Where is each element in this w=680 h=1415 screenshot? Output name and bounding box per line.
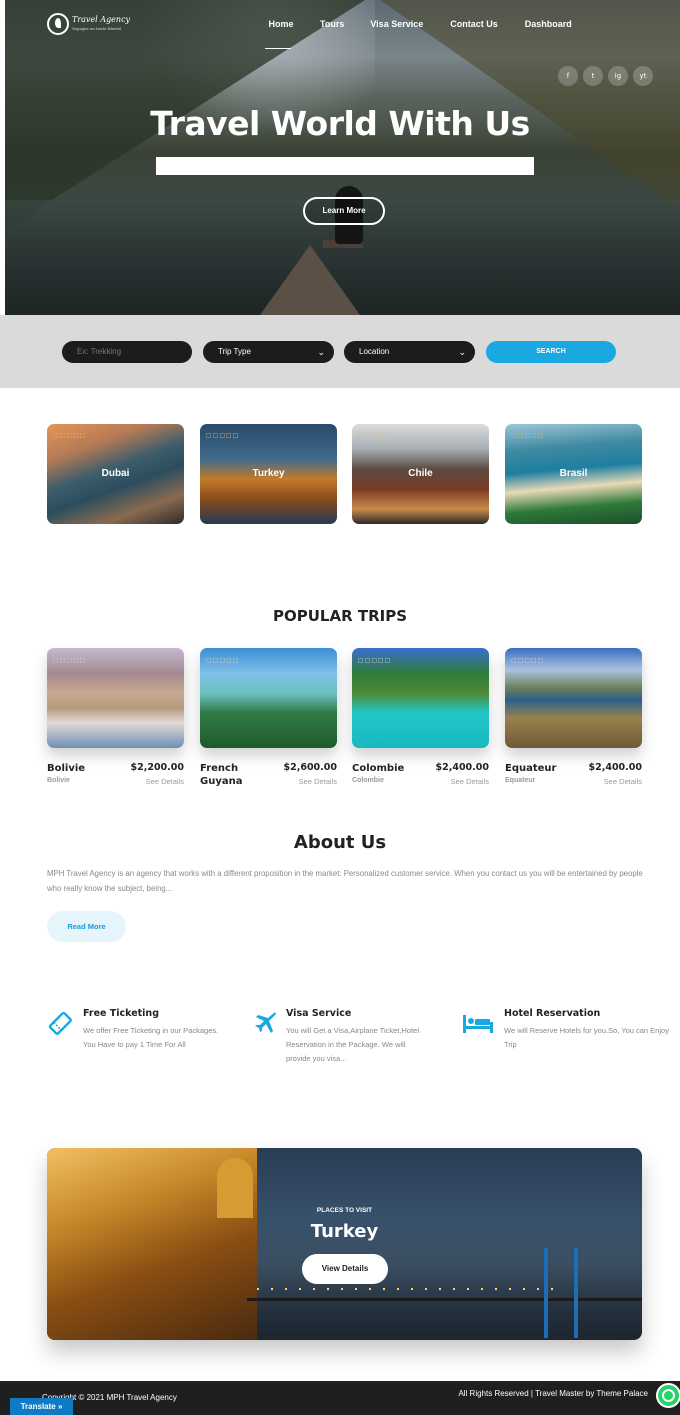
logo-name: Travel Agency	[72, 15, 131, 24]
about-title: About Us	[293, 832, 387, 853]
location-label: Location	[359, 347, 390, 356]
banner-title: Turkey	[310, 1221, 379, 1242]
hero-title: Travel World With Us	[150, 104, 530, 143]
destination-card-brasil[interactable]: □□□□□ Brasil	[505, 424, 642, 524]
keyword-input[interactable]: Ex: Trekking	[62, 341, 192, 363]
trip-image-bolivie[interactable]: □□□□□	[47, 648, 184, 748]
see-details-link[interactable]: See Details	[451, 777, 489, 786]
rating-stars: □□□□□	[358, 432, 392, 439]
destination-card-dubai[interactable]: □□□□□ Dubai	[47, 424, 184, 524]
rating-stars: □□□□□	[358, 657, 392, 664]
search-bar: Ex: Trekking Trip Type ⌄ Location ⌄ SEAR…	[0, 315, 680, 388]
trip-image-equateur[interactable]: □□□□□	[505, 648, 642, 748]
airplane-icon	[255, 1012, 276, 1033]
trip-location: Equateur	[505, 777, 536, 784]
ticket-icon	[48, 1011, 72, 1035]
trip-name: French Guyana	[200, 763, 243, 787]
site-logo[interactable]: Travel Agency Voyages en toute liberté	[47, 13, 130, 35]
twitter-icon[interactable]: t	[583, 66, 603, 86]
logo-text: Travel Agency Voyages en toute liberté	[72, 15, 130, 33]
location-select[interactable]: Location ⌄	[344, 341, 475, 363]
feature-title: Free Ticketing	[83, 1008, 159, 1019]
hero-white-bar	[156, 157, 534, 175]
logo-tagline: Voyages en toute liberté	[72, 26, 122, 31]
nav-tours[interactable]: Tours	[320, 19, 344, 29]
rating-stars: □□□□□	[511, 432, 545, 439]
destination-card-chile[interactable]: □□□□□ Chile	[352, 424, 489, 524]
popular-trips-title: POPULAR TRIPS	[272, 607, 408, 625]
see-details-link[interactable]: See Details	[299, 777, 337, 786]
learn-more-button[interactable]: Learn More	[303, 197, 385, 225]
whatsapp-icon[interactable]	[656, 1383, 680, 1408]
about-text: MPH Travel Agency is an agency that work…	[47, 869, 643, 893]
instagram-icon[interactable]: ig	[608, 66, 628, 86]
trip-image-colombie[interactable]: □□□□□	[352, 648, 489, 748]
feature-text: You will Get a Visa,Airplane Ticket,Hote…	[286, 1026, 419, 1063]
destination-name: Turkey	[252, 468, 285, 479]
nav-contact-us[interactable]: Contact Us	[450, 19, 498, 29]
banner-bridge-tower	[574, 1248, 578, 1338]
trip-type-label: Trip Type	[218, 347, 251, 356]
destination-card-turkey[interactable]: □□□□□ Turkey	[200, 424, 337, 524]
social-links: f t ig yt	[558, 66, 653, 86]
chevron-down-icon: ⌄	[458, 347, 466, 357]
hero-pier	[260, 245, 360, 315]
banner-bridge-road	[247, 1298, 642, 1301]
trip-location: Colombie	[352, 777, 384, 784]
view-details-button[interactable]: View Details	[302, 1254, 388, 1284]
rating-stars: □□□□□	[511, 657, 545, 664]
trip-location: Bolivie	[47, 777, 70, 784]
trip-name: Colombie	[352, 763, 405, 774]
nav-home[interactable]: Home	[261, 19, 301, 49]
feature-text: We offer Free Ticketing in our Packages.…	[83, 1026, 219, 1049]
footer-rights: All Rights Reserved | Travel Master by T…	[458, 1389, 648, 1398]
banner-bridge-tower	[544, 1248, 548, 1338]
trip-name: Equateur	[505, 763, 557, 774]
trip-type-select[interactable]: Trip Type ⌄	[203, 341, 334, 363]
main-nav: Home Tours Visa Service Contact Us Dashb…	[261, 19, 572, 49]
rating-stars: □□□□□	[206, 657, 240, 664]
footer: Copyright © 2021 MPH Travel Agency All R…	[0, 1381, 680, 1415]
youtube-icon[interactable]: yt	[633, 66, 653, 86]
trip-name: Bolivie	[47, 763, 86, 774]
banner-subtitle: PLACES TO VISIT	[316, 1207, 373, 1214]
feature-title: Visa Service	[286, 1008, 352, 1019]
trip-price: $2,400.00	[435, 762, 490, 773]
trip-image-french-guyana[interactable]: □□□□□	[200, 648, 337, 748]
see-details-link[interactable]: See Details	[604, 777, 642, 786]
rating-stars: □□□□□	[53, 432, 87, 439]
banner-bridge-lights	[257, 1288, 557, 1290]
feature-title: Hotel Reservation	[504, 1008, 601, 1019]
bed-icon	[463, 1015, 493, 1033]
nav-visa-service[interactable]: Visa Service	[370, 19, 423, 29]
chevron-down-icon: ⌄	[317, 347, 325, 357]
search-button[interactable]: SEARCH	[486, 341, 616, 363]
trip-price: $2,400.00	[588, 762, 643, 773]
nav-dashboard[interactable]: Dashboard	[525, 19, 572, 29]
translate-button[interactable]: Translate »	[10, 1398, 73, 1415]
facebook-icon[interactable]: f	[558, 66, 578, 86]
rating-stars: □□□□□	[206, 432, 240, 439]
rating-stars: □□□□□	[53, 657, 87, 664]
places-to-visit-banner: PLACES TO VISIT Turkey View Details	[47, 1148, 642, 1340]
destination-name: Brasil	[559, 468, 588, 479]
feature-text: We will Reserve Hotels for you.So, You c…	[504, 1026, 669, 1049]
destination-name: Chile	[408, 468, 433, 479]
trip-price: $2,200.00	[130, 762, 185, 773]
see-details-link[interactable]: See Details	[146, 777, 184, 786]
logo-icon	[47, 13, 69, 35]
read-more-button[interactable]: Read More	[47, 911, 126, 942]
trip-price: $2,600.00	[283, 762, 338, 773]
destination-name: Dubai	[101, 468, 130, 479]
